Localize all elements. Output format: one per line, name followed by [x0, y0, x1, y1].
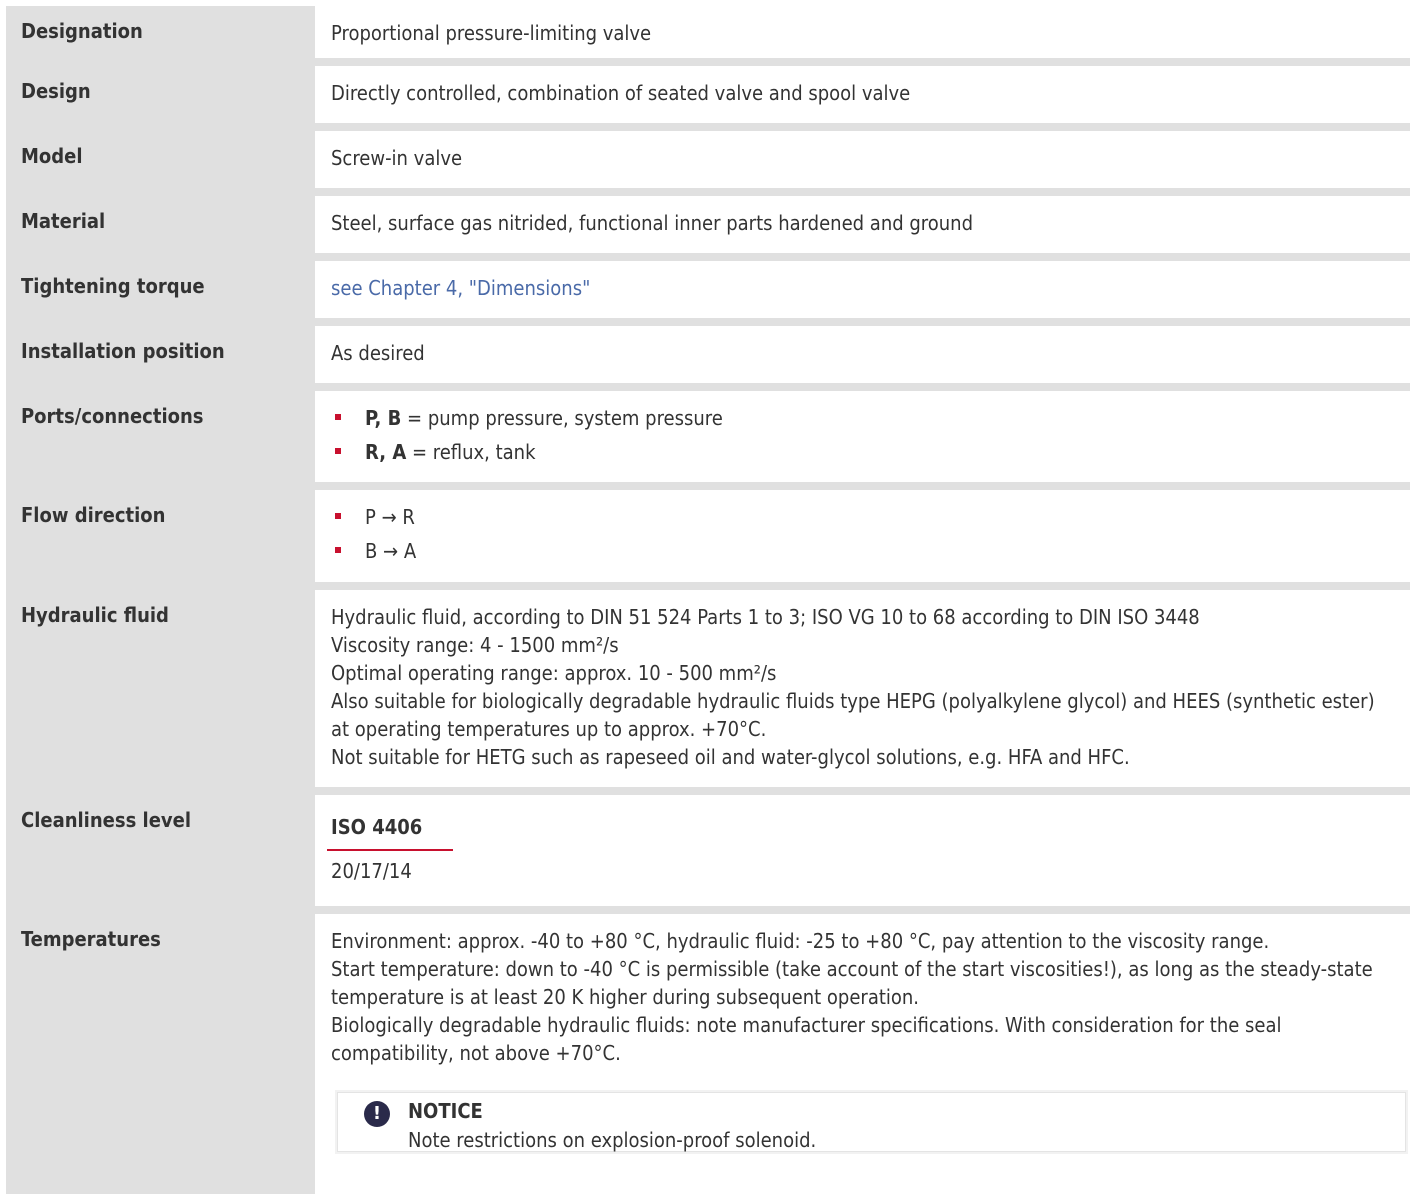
row-material: Material Steel, surface gas nitrided, fu…	[6, 196, 1410, 253]
text-line: Optimal operating range: approx. 10 - 50…	[331, 661, 777, 685]
ports-list: P, B = pump pressure, system pressure R,…	[331, 401, 1394, 469]
list-item: P → R	[331, 500, 1394, 534]
row-label: Cleanliness level	[6, 795, 315, 906]
row-model: Model Screw-in valve	[6, 131, 1410, 188]
row-value: Screw-in valve	[331, 146, 463, 170]
list-item: B → A	[331, 534, 1394, 568]
row-value: As desired	[331, 341, 425, 365]
text-line: Environment: approx. -40 to +80 °C, hydr…	[331, 929, 1270, 953]
row-label: Design	[6, 66, 315, 123]
row-label: Material	[6, 196, 315, 253]
row-value: Directly controlled, combination of seat…	[331, 81, 911, 105]
row-cleanliness-level: Cleanliness level ISO 4406 20/17/14	[6, 795, 1410, 906]
exclamation-icon: !	[364, 1101, 390, 1127]
notice-title: NOTICE	[408, 1099, 483, 1123]
list-item: R, A = reflux, tank	[331, 435, 1394, 469]
row-label: Temperatures	[6, 914, 315, 1194]
row-label: Model	[6, 131, 315, 188]
text-line: Start temperature: down to -40 °C is per…	[331, 957, 1373, 1009]
text-line: Biologically degradable hydraulic fluids…	[331, 1013, 1282, 1065]
row-label: Hydraulic fluid	[6, 590, 315, 787]
row-temperatures: Temperatures Environment: approx. -40 to…	[6, 914, 1410, 1194]
row-value: Proportional pressure-limiting valve	[331, 21, 652, 45]
row-ports-connections: Ports/connections P, B = pump pressure, …	[6, 391, 1410, 482]
row-flow-direction: Flow direction P → R B → A	[6, 490, 1410, 582]
row-design: Design Directly controlled, combination …	[6, 66, 1410, 123]
flow-list: P → R B → A	[331, 500, 1394, 568]
bullet-icon	[335, 513, 341, 519]
text-line: Hydraulic fluid, according to DIN 51 524…	[331, 605, 1200, 629]
dimensions-link[interactable]: see Chapter 4, "Dimensions"	[331, 276, 590, 300]
text-line: Viscosity range: 4 - 1500 mm²/s	[331, 633, 619, 657]
notice-text: Note restrictions on explosion-proof sol…	[408, 1128, 817, 1152]
row-hydraulic-fluid: Hydraulic fluid Hydraulic fluid, accordi…	[6, 590, 1410, 787]
row-designation: Designation Proportional pressure-limiti…	[6, 6, 1410, 58]
text-line: Also suitable for biologically degradabl…	[331, 689, 1375, 741]
text-line: Not suitable for HETG such as rapeseed o…	[331, 745, 1130, 769]
list-item: P, B = pump pressure, system pressure	[331, 401, 1394, 435]
row-installation-position: Installation position As desired	[6, 326, 1410, 383]
row-label: Flow direction	[6, 490, 315, 582]
row-label: Designation	[6, 6, 315, 58]
row-label: Installation position	[6, 326, 315, 383]
bullet-icon	[335, 414, 341, 420]
standard-header: ISO 4406	[331, 815, 423, 839]
spec-table: Designation Proportional pressure-limiti…	[6, 6, 1410, 1194]
cleanliness-value: 20/17/14	[331, 859, 412, 883]
row-value: Steel, surface gas nitrided, functional …	[331, 211, 973, 235]
row-label: Ports/connections	[6, 391, 315, 482]
row-tightening-torque: Tightening torque see Chapter 4, "Dimens…	[6, 261, 1410, 318]
notice-box: ! NOTICE Note restrictions on explosion-…	[337, 1092, 1406, 1152]
bullet-icon	[335, 448, 341, 454]
row-label: Tightening torque	[6, 261, 315, 318]
bullet-icon	[335, 547, 341, 553]
